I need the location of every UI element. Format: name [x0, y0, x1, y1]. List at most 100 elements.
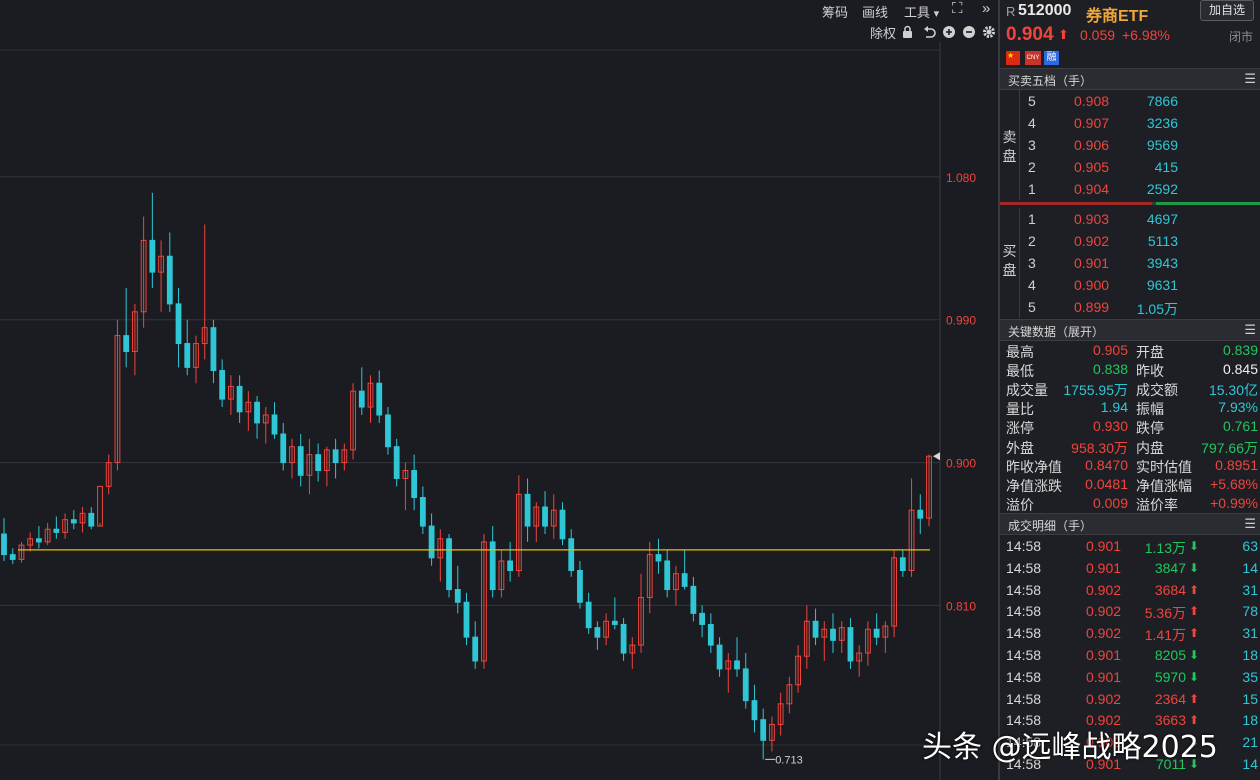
key-data-value: 7.93% — [1218, 399, 1258, 416]
bid-row[interactable]: 3 0.901 3943 — [1000, 252, 1260, 274]
trade-count: 14 — [1242, 559, 1258, 576]
order-book: 卖 盘 5 0.908 7866 4 0.907 3236 3 0.906 9569 2 0.905… — [1000, 90, 1260, 318]
key-data-value: 0.0481 — [1085, 475, 1128, 492]
key-data-label: 跌停 — [1136, 420, 1164, 437]
ask-row[interactable]: 4 0.907 3236 — [1000, 112, 1260, 134]
add-watchlist-button[interactable]: 加自选 — [1200, 0, 1254, 21]
candle-body — [446, 538, 452, 591]
key-data-row: 净值涨跌 0.0481 净值涨幅 +5.68% — [1000, 476, 1260, 495]
cny-badge: CNY — [1025, 51, 1041, 65]
trade-price: 0.902 — [1086, 690, 1122, 707]
key-data-value: 797.66万 — [1201, 439, 1258, 456]
candle-body — [358, 390, 365, 408]
trade-count: 63 — [1242, 538, 1258, 554]
bid-row[interactable]: 5 0.899 1.05万 — [1000, 296, 1260, 318]
candle-body — [149, 239, 156, 273]
candle-body — [917, 509, 924, 519]
key-data-title: 关键数据（展开） — [1008, 325, 1105, 339]
candle-body — [210, 327, 217, 372]
menu-icon[interactable]: ☰ — [1244, 516, 1256, 532]
trades-header[interactable]: 成交明细（手） ☰ — [1000, 513, 1260, 535]
gear-icon[interactable] — [983, 26, 995, 38]
bid-price: 0.901 — [1074, 255, 1110, 271]
bid-price: 0.903 — [1074, 211, 1110, 227]
trade-count: 21 — [1242, 734, 1258, 751]
menu-icon[interactable]: ☰ — [1244, 71, 1256, 87]
trade-volume: 5.36万 — [1144, 605, 1186, 622]
key-data-label: 量比 — [1006, 401, 1034, 418]
bid-row[interactable]: 1 0.903 4697 — [1000, 208, 1260, 230]
candle-body — [812, 620, 819, 638]
key-data-label: 最低 — [1006, 363, 1034, 380]
trade-row: 14:58 0.902 5.36万 ⬆ 78 — [1000, 600, 1260, 622]
trade-row: 14:58 0.901 5970 ⬇ 35 — [1000, 666, 1260, 688]
key-data-value: 0.838 — [1092, 361, 1128, 378]
arrow-down-icon: ⬇ — [1188, 539, 1199, 553]
candle-body — [219, 370, 226, 400]
trade-volume: 1.41万 — [1144, 627, 1186, 644]
ex-rights-button[interactable]: 除权 — [870, 23, 896, 42]
draw-line-button[interactable]: 画线 — [862, 2, 888, 21]
fullscreen-icon[interactable]: ⛶ — [952, 0, 963, 17]
arrow-up-icon: ⬆ — [1188, 604, 1199, 619]
trade-time: 14:58 — [1006, 625, 1042, 642]
ask-row[interactable]: 5 0.908 7866 — [1000, 90, 1260, 112]
candle-body — [385, 414, 391, 448]
quote-panel: R 512000 券商ETF 加自选 0.904 ⬆ 0.059 +6.98% … — [998, 0, 1260, 780]
ask-row[interactable]: 3 0.906 9569 — [1000, 134, 1260, 156]
candle-body — [184, 343, 191, 368]
menu-icon[interactable]: ☰ — [1244, 322, 1256, 338]
zoom-out-icon[interactable] — [963, 26, 975, 38]
trade-row: 14:58 0.902 1.41万 ⬆ 31 — [1000, 622, 1260, 644]
zoom-in-icon[interactable] — [943, 26, 955, 38]
candle-body — [463, 601, 470, 638]
candle-body — [123, 335, 130, 352]
key-data-value: +0.99% — [1210, 494, 1258, 511]
more-icon[interactable]: » — [982, 0, 990, 17]
key-data-header[interactable]: 关键数据（展开） ☰ — [1000, 319, 1260, 341]
last-price: 0.904 — [1006, 24, 1054, 45]
order-book-header[interactable]: 买卖五档（手） ☰ — [1000, 68, 1260, 90]
ask-price: 0.906 — [1074, 137, 1110, 153]
candle-body — [472, 636, 479, 662]
key-data-value: 0.8470 — [1085, 456, 1128, 473]
candle-body — [664, 560, 671, 591]
chart-toolbar: 筹码 画线 工具 ▾ ⛶ » — [0, 0, 998, 22]
price-change: 0.059 — [1080, 27, 1116, 43]
candle-body — [899, 557, 906, 572]
ask-row[interactable]: 2 0.905 415 — [1000, 156, 1260, 178]
lock-icon[interactable] — [903, 25, 912, 39]
trade-volume: 1.13万 — [1144, 540, 1186, 556]
candle-body — [690, 585, 697, 614]
candle-body — [577, 570, 583, 603]
key-data-value: 0.009 — [1092, 494, 1128, 511]
bid-row[interactable]: 2 0.902 5113 — [1000, 230, 1260, 252]
candle-body — [873, 628, 880, 638]
ask-price: 0.907 — [1074, 115, 1110, 131]
key-data-row: 成交量 1755.95万 成交额 15.30亿 — [1000, 380, 1260, 399]
security-name: 券商ETF — [1086, 8, 1149, 25]
candle-body — [166, 255, 173, 305]
book-divider — [1000, 202, 1260, 205]
price-chart[interactable]: 1.080 0.990 0.900 0.810 0.713 — [0, 42, 998, 780]
bid-row[interactable]: 4 0.900 9631 — [1000, 274, 1260, 296]
key-data-label: 涨停 — [1006, 420, 1034, 437]
undo-icon[interactable] — [924, 26, 936, 38]
candle-body — [88, 512, 95, 527]
trade-row: 14:58 0.901 1.13万 ⬇ 63 — [1000, 535, 1260, 557]
key-data-row: 涨停 0.930 跌停 0.761 — [1000, 418, 1260, 437]
tools-button[interactable]: 工具 ▾ — [904, 2, 939, 21]
ask-row[interactable]: 1 0.904 2592 — [1000, 178, 1260, 200]
chart-subbar: 除权 — [0, 22, 998, 42]
trade-count: 18 — [1242, 647, 1258, 663]
trade-count: 14 — [1242, 756, 1258, 772]
key-data-table: 最高 0.905 开盘 0.839 最低 0.838 昨收 0.845 成交量 1755.95万成… — [1000, 342, 1260, 514]
key-data-row: 昨收净值 0.8470 实时估值 0.8951 — [1000, 457, 1260, 476]
trade-time: 14:58 — [1006, 603, 1042, 620]
chips-button[interactable]: 筹码 — [822, 2, 848, 21]
candle-body — [489, 541, 496, 591]
candle-body — [568, 538, 575, 572]
key-data-row: 量比 1.94 振幅 7.93% — [1000, 399, 1260, 418]
candle-body — [707, 623, 714, 646]
bid-volume: 9631 — [1146, 277, 1178, 293]
